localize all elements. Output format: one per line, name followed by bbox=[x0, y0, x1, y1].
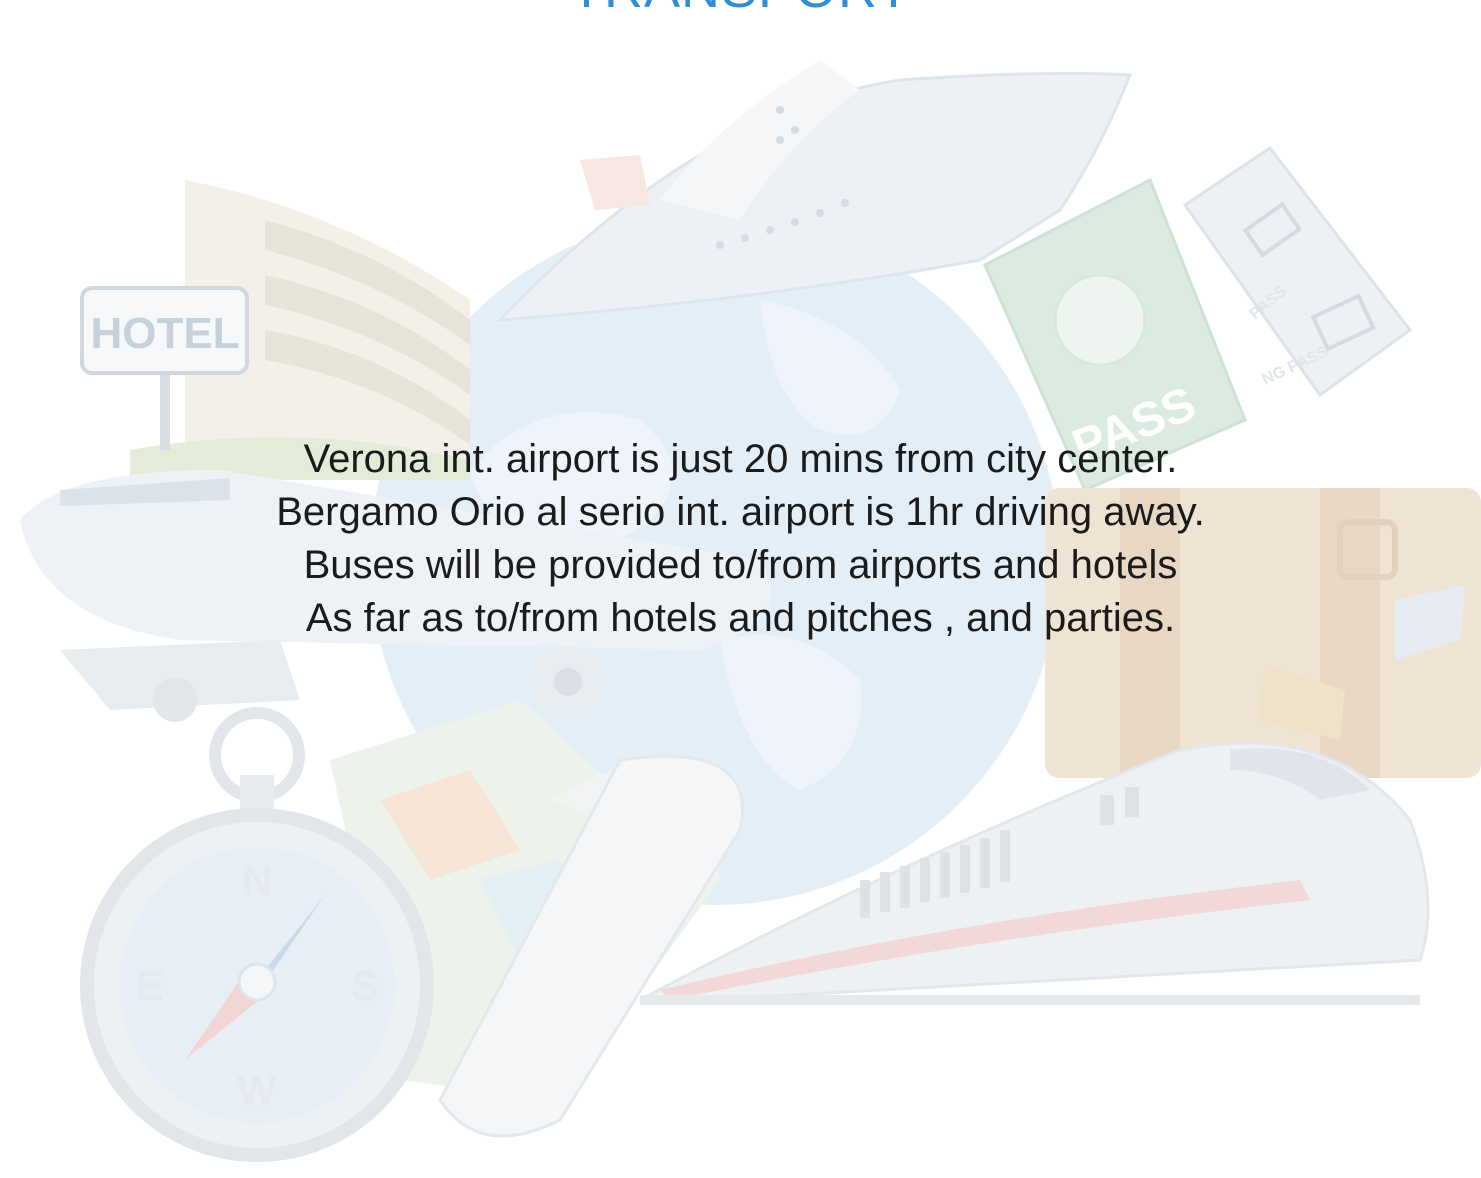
info-line-verona: Verona int. airport is just 20 mins from… bbox=[303, 437, 1178, 481]
svg-text:W: W bbox=[237, 1067, 277, 1114]
info-line-hotels-pitches: As far as to/from hotels and pitches , a… bbox=[305, 596, 1176, 640]
slide: HOTEL PASS PASS NG PASS N S E W Verona i… bbox=[0, 0, 1481, 1178]
page-title: TRANSPORT bbox=[0, 0, 1481, 20]
transport-info: Verona int. airport is just 20 mins from… bbox=[0, 433, 1481, 645]
svg-text:N: N bbox=[242, 857, 272, 904]
svg-text:HOTEL: HOTEL bbox=[90, 309, 239, 358]
svg-text:E: E bbox=[136, 962, 164, 1009]
info-line-bergamo: Bergamo Orio al serio int. airport is 1h… bbox=[276, 490, 1205, 534]
svg-text:S: S bbox=[351, 962, 379, 1009]
info-line-buses: Buses will be provided to/from airports … bbox=[303, 543, 1178, 587]
